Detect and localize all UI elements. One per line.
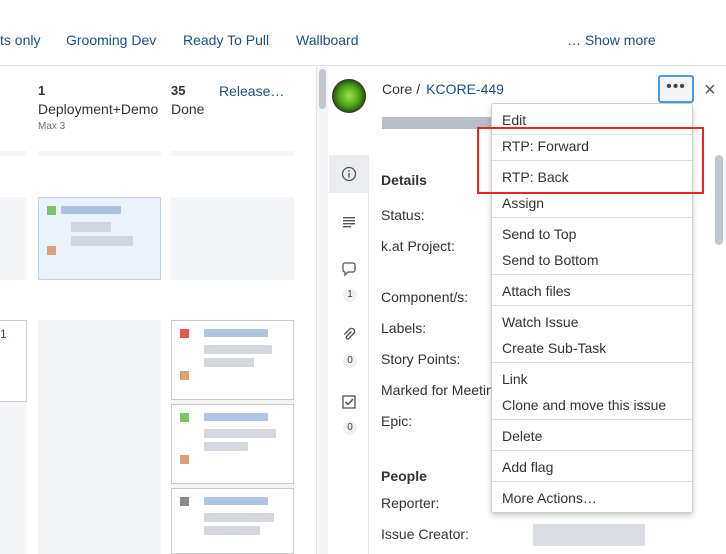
issue-key-link[interactable]: KCORE-449 xyxy=(426,81,504,97)
issue-card[interactable] xyxy=(171,488,294,554)
board-columns: 1 Deployment+Demo Max 3 35 Done Release…… xyxy=(0,67,316,554)
column-divider xyxy=(0,151,27,156)
board-quick-filters: ts only Grooming Dev Ready To Pull Wallb… xyxy=(0,0,726,66)
avatar xyxy=(180,371,189,380)
menu-item-edit[interactable]: Edit xyxy=(502,112,526,128)
highlight-box xyxy=(477,127,704,194)
field-project: k.at Project: xyxy=(381,238,455,254)
summary-redacted xyxy=(204,513,274,522)
field-epic: Epic: xyxy=(381,413,413,429)
project-name[interactable]: Core / xyxy=(382,81,420,97)
column-header-done: 35 Done xyxy=(171,83,204,117)
column-name: Deployment+Demo xyxy=(38,101,159,117)
menu-item-send-to-bottom[interactable]: Send to Bottom xyxy=(502,252,599,268)
avatar xyxy=(180,455,189,464)
release-link[interactable]: Release… xyxy=(219,83,284,99)
filter-ready-to-pull[interactable]: Ready To Pull xyxy=(183,32,269,48)
menu-item-send-to-top[interactable]: Send to Top xyxy=(502,226,576,242)
issue-key-redacted xyxy=(61,206,121,214)
issue-key-fragment: 1 xyxy=(0,327,7,341)
field-components: Component/s: xyxy=(381,289,469,305)
issue-type-icon xyxy=(47,206,56,215)
menu-separator xyxy=(492,362,692,363)
menu-item-attach-files[interactable]: Attach files xyxy=(502,283,570,299)
show-more-link[interactable]: … Show more xyxy=(567,32,656,48)
filter-wallboard[interactable]: Wallboard xyxy=(296,32,359,48)
column-count: 1 xyxy=(38,83,46,98)
summary-redacted xyxy=(204,429,276,438)
menu-item-add-flag[interactable]: Add flag xyxy=(502,459,553,475)
menu-item-assign[interactable]: Assign xyxy=(502,195,544,211)
field-status: Status: xyxy=(381,207,425,223)
scrollbar-thumb[interactable] xyxy=(319,69,326,109)
issue-card[interactable] xyxy=(171,404,294,484)
breadcrumb: Core / KCORE-449 xyxy=(382,81,504,97)
close-icon[interactable]: × xyxy=(704,79,716,102)
attachment-icon xyxy=(343,327,356,340)
issue-card[interactable] xyxy=(171,320,294,400)
attachment-count: 0 xyxy=(343,354,357,368)
menu-separator xyxy=(492,217,692,218)
column-name: Done xyxy=(171,101,205,117)
field-marked-meeting: Marked for Meetin xyxy=(381,382,494,398)
subtask-count: 0 xyxy=(343,421,357,435)
detail-nav-rail: 1 0 0 xyxy=(329,155,369,554)
column-cell xyxy=(0,197,27,280)
issue-summary-redacted xyxy=(382,117,492,129)
menu-item-clone-move[interactable]: Clone and move this issue xyxy=(502,397,666,413)
menu-separator xyxy=(492,481,692,482)
people-heading: People xyxy=(381,468,427,484)
details-heading: Details xyxy=(381,172,427,188)
details-tab[interactable] xyxy=(329,155,369,193)
issue-key-redacted xyxy=(204,497,268,505)
menu-separator xyxy=(492,419,692,420)
panel-scrollbar[interactable] xyxy=(715,155,723,245)
project-avatar xyxy=(332,79,366,113)
issue-type-icon xyxy=(180,497,189,506)
summary-redacted xyxy=(204,345,272,354)
avatar xyxy=(47,246,56,255)
menu-separator xyxy=(492,450,692,451)
filter-link-1[interactable]: ts only xyxy=(0,32,40,48)
menu-item-delete[interactable]: Delete xyxy=(502,428,542,444)
column-divider xyxy=(38,151,161,156)
column-cell xyxy=(38,320,161,554)
column-header-deployment: 1 Deployment+Demo Max 3 xyxy=(38,83,158,132)
more-actions-button[interactable]: ••• xyxy=(658,75,694,103)
menu-item-more-actions[interactable]: More Actions… xyxy=(502,490,597,506)
field-reporter: Reporter: xyxy=(381,495,440,511)
menu-item-link[interactable]: Link xyxy=(502,371,528,387)
summary-redacted xyxy=(204,526,260,535)
comment-count: 1 xyxy=(343,288,357,302)
column-divider xyxy=(171,151,294,156)
field-labels: Labels: xyxy=(381,320,427,336)
board-scrollbar[interactable] xyxy=(316,67,328,554)
column-cell xyxy=(171,197,294,280)
column-count: 35 xyxy=(171,83,186,98)
comment-icon xyxy=(342,262,356,277)
subtask-icon xyxy=(342,395,356,409)
column-limit: Max 3 xyxy=(38,121,66,132)
filter-grooming-dev[interactable]: Grooming Dev xyxy=(66,32,156,48)
description-tab[interactable] xyxy=(329,203,369,241)
issue-card-selected[interactable] xyxy=(38,197,161,280)
issue-type-icon xyxy=(180,413,189,422)
issue-card[interactable]: 1 xyxy=(0,320,27,402)
menu-separator xyxy=(492,274,692,275)
field-story-points: Story Points: xyxy=(381,351,461,367)
menu-item-watch-issue[interactable]: Watch Issue xyxy=(502,314,579,330)
summary-redacted xyxy=(71,222,111,232)
field-issue-creator: Issue Creator: xyxy=(381,526,469,542)
issue-creator-value-redacted xyxy=(533,524,645,546)
summary-redacted xyxy=(204,358,254,367)
summary-redacted xyxy=(204,442,248,451)
menu-item-create-subtask[interactable]: Create Sub-Task xyxy=(502,340,606,356)
summary-redacted xyxy=(71,236,133,246)
menu-separator xyxy=(492,305,692,306)
issue-key-redacted xyxy=(204,329,268,337)
info-icon xyxy=(341,166,357,182)
description-icon xyxy=(343,217,355,228)
issue-key-redacted xyxy=(204,413,268,421)
issue-type-icon xyxy=(180,329,189,338)
